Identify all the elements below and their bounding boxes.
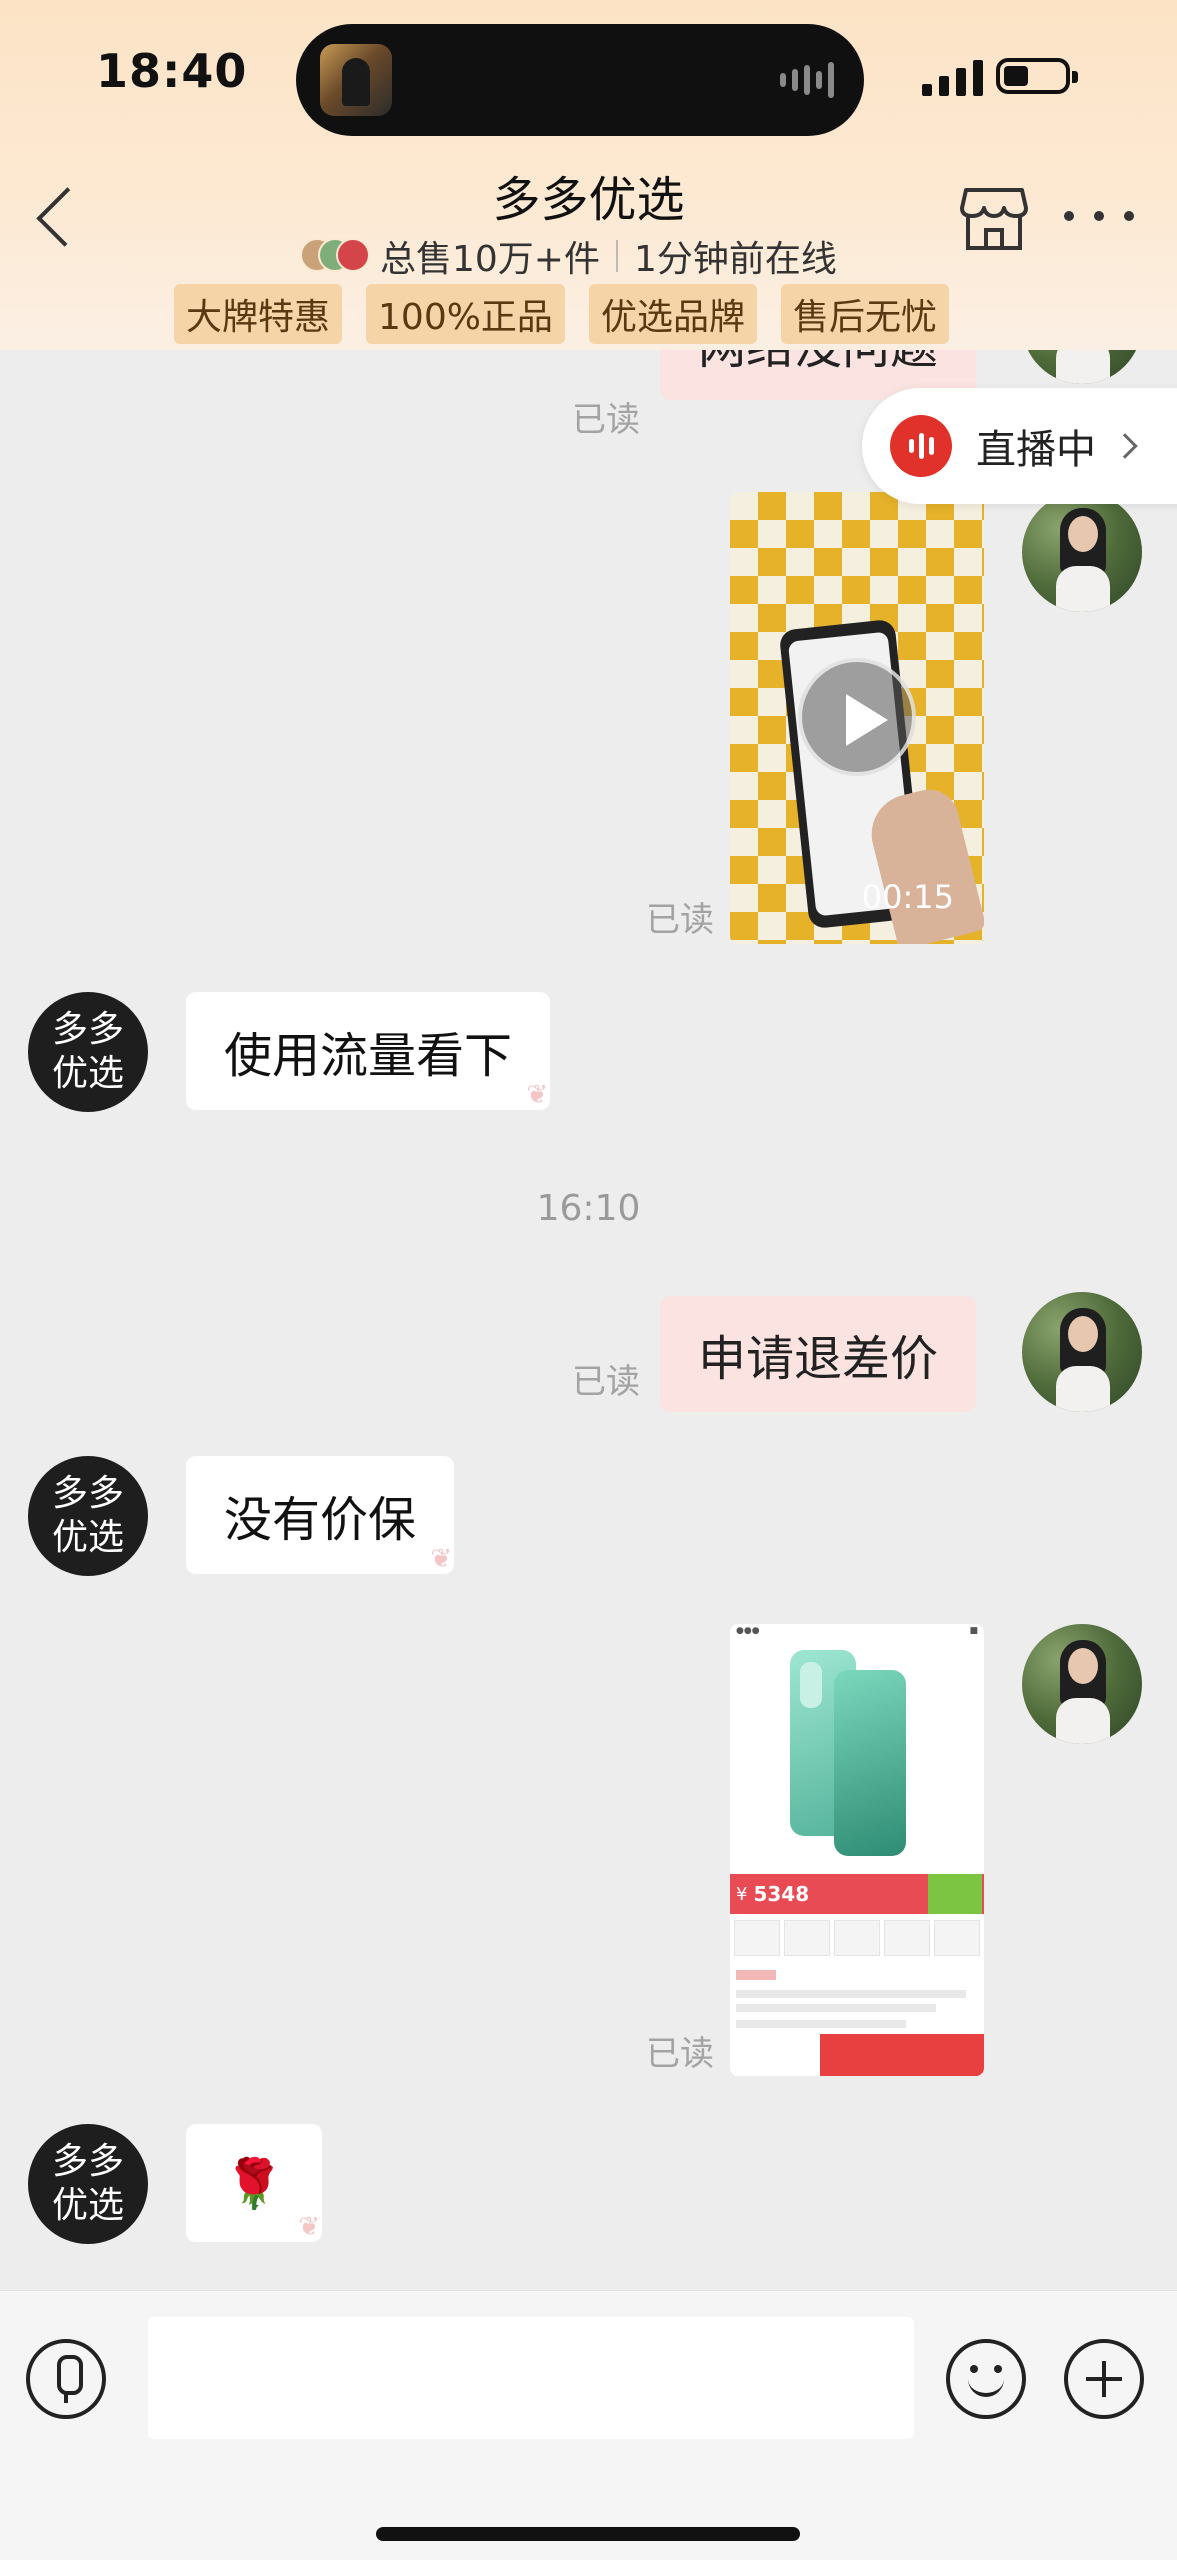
message-timestamp: 16:10 — [536, 1188, 641, 1229]
shop-avatar[interactable]: 多多 优选 — [28, 1456, 148, 1576]
dynamic-island[interactable] — [296, 24, 864, 136]
now-playing-thumbnail — [320, 44, 392, 116]
plus-icon[interactable] — [1064, 2339, 1144, 2419]
shop-avatar[interactable]: 多多 优选 — [28, 992, 148, 1112]
play-icon[interactable] — [798, 658, 916, 776]
video-message[interactable]: 00:15 — [730, 492, 984, 944]
message-text: 没有价保 — [224, 1492, 417, 1548]
chevron-right-icon — [1112, 433, 1138, 459]
buyer-avatars — [300, 238, 370, 274]
screenshot-coupon — [736, 1970, 776, 1980]
rose-emoji: 🌹 — [224, 2155, 284, 2212]
message-list[interactable]: 网络没问题 已读 00:15 已读 多多 优选 使用流量看下 ❦ 16:10 — [0, 264, 1177, 2290]
read-receipt: 已读 — [572, 400, 640, 440]
screenshot-phone-camera — [800, 1662, 822, 1708]
video-duration: 00:15 — [861, 878, 954, 916]
message-bubble-incoming[interactable]: 🌹 ❦ — [186, 2124, 322, 2242]
screenshot-text-line — [736, 2020, 906, 2028]
message-input[interactable] — [148, 2317, 914, 2439]
user-avatar[interactable] — [1022, 1292, 1142, 1412]
live-stream-button[interactable]: 直播中 — [862, 388, 1177, 504]
shop-tags: 大牌特惠 100%正品 优选品牌 售后无忧 — [174, 284, 949, 344]
tag-item: 100%正品 — [366, 284, 565, 344]
screenshot-status-bar: ●●● ■ — [736, 1626, 978, 1636]
screenshot-text-line — [736, 1990, 966, 1998]
home-indicator[interactable] — [376, 2527, 800, 2541]
screenshot-buy-button — [820, 2034, 984, 2076]
pdd-watermark-icon: ❦ — [298, 2212, 320, 2242]
tag-item: 大牌特惠 — [174, 284, 343, 344]
image-message-product-screenshot[interactable]: ●●● ■ ¥5348 — [730, 1624, 984, 2076]
battery-icon — [996, 58, 1078, 94]
live-icon — [890, 415, 952, 477]
mic-icon[interactable] — [26, 2339, 106, 2419]
chat-screen: 18:40 多多优选 总售10万+件 1分钟前在线 大牌特惠 100%正品 优选… — [0, 0, 1177, 2560]
pdd-watermark-icon: ❦ — [526, 1080, 549, 1110]
screenshot-phone-back — [834, 1670, 906, 1856]
tag-item: 售后无忧 — [780, 284, 949, 344]
shop-avatar-line2: 优选 — [51, 1517, 124, 1558]
chat-header: 18:40 多多优选 总售10万+件 1分钟前在线 大牌特惠 100%正品 优选… — [0, 0, 1177, 350]
message-text: 使用流量看下 — [224, 1028, 513, 1084]
emoji-icon[interactable] — [946, 2339, 1026, 2419]
user-avatar[interactable] — [1022, 1624, 1142, 1744]
audio-wave-icon — [780, 60, 834, 100]
input-bar — [0, 2290, 1177, 2560]
message-bubble-incoming[interactable]: 没有价保 ❦ — [186, 1456, 455, 1574]
read-receipt: 已读 — [572, 1362, 640, 1402]
screenshot-price: 5348 — [753, 1882, 810, 1906]
shop-subline: 总售10万+件 1分钟前在线 — [300, 230, 837, 282]
online-status: 1分钟前在线 — [633, 239, 837, 280]
shop-avatar-line2: 优选 — [51, 1053, 124, 1094]
message-text: 申请退差价 — [698, 1331, 939, 1387]
shop-avatar[interactable]: 多多 优选 — [28, 2124, 148, 2244]
screenshot-badge — [928, 1874, 982, 1914]
live-label: 直播中 — [976, 427, 1096, 473]
tag-item: 优选品牌 — [588, 284, 757, 344]
shop-avatar-line1: 多多 — [51, 2141, 124, 2182]
shop-avatar-line1: 多多 — [51, 1473, 124, 1514]
message-bubble-outgoing[interactable]: 申请退差价 — [660, 1296, 977, 1412]
shop-avatar-line1: 多多 — [51, 1009, 124, 1050]
divider — [615, 240, 618, 272]
user-avatar[interactable] — [1022, 492, 1142, 612]
shop-avatar-line2: 优选 — [51, 2185, 124, 2226]
screenshot-text-line — [736, 2004, 936, 2012]
status-time: 18:40 — [96, 44, 248, 98]
read-receipt: 已读 — [646, 2034, 714, 2074]
pdd-watermark-icon: ❦ — [430, 1544, 453, 1574]
screenshot-variants — [734, 1920, 980, 1956]
signal-icon — [922, 56, 983, 96]
store-icon[interactable] — [960, 186, 1028, 252]
more-dots-icon[interactable] — [1064, 196, 1134, 236]
total-sales: 总售10万+件 — [380, 239, 600, 280]
message-bubble-incoming[interactable]: 使用流量看下 ❦ — [186, 992, 551, 1110]
read-receipt: 已读 — [646, 900, 714, 940]
